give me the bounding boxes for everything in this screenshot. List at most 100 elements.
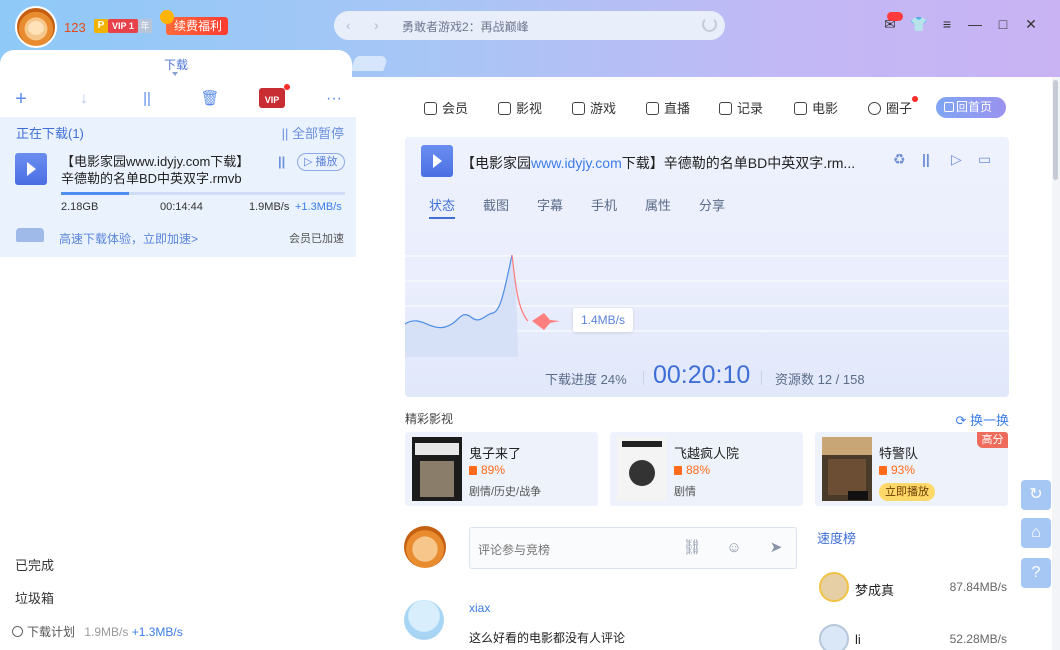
commenter-name[interactable]: xiax — [469, 601, 490, 615]
tab-secondary[interactable] — [350, 56, 389, 71]
tab-status[interactable]: 状态 — [429, 195, 456, 219]
tab-screenshot[interactable]: 截图 — [483, 195, 509, 214]
minimize-button[interactable]: — — [965, 14, 985, 34]
elapsed-time: 00:20:10 — [653, 361, 751, 389]
feedback-icon[interactable]: ↻ — [1021, 480, 1051, 510]
scrollbar-thumb[interactable] — [1053, 80, 1058, 180]
refresh-icon[interactable] — [702, 17, 717, 32]
add-task-icon[interactable]: + — [9, 87, 33, 111]
search-bar[interactable]: ‹ › 勇敢者游戏2：再战巅峰 — [334, 11, 725, 40]
completed-tab[interactable]: 已完成 — [15, 555, 54, 574]
item-play-button[interactable]: ▷ 播放 — [297, 153, 345, 171]
search-text[interactable]: 勇敢者游戏2：再战巅峰 — [402, 18, 529, 35]
screen-icon[interactable]: ▭ — [978, 151, 991, 168]
change-batch-button[interactable]: ⟳ 换一换 — [955, 410, 1009, 429]
cloud-icon — [719, 102, 732, 115]
recycle-icon[interactable]: ♻ — [893, 151, 906, 168]
movie-title[interactable]: 鬼子来了 — [469, 443, 521, 462]
back-arrow-icon[interactable]: ‹ — [346, 17, 351, 33]
home-button[interactable]: 回首页 — [936, 97, 1006, 118]
content-panel: 会员 影视 游戏 直播 记录 电影 圈子 回首页 【电影家园www.idyjy.… — [356, 77, 1060, 650]
rank-avatar — [819, 572, 849, 602]
downloading-header: 正在下载(1) || 全部暂停 — [0, 117, 356, 145]
pause-icon[interactable]: || — [135, 87, 159, 111]
rank-row[interactable]: li 52.28MB/s — [819, 624, 1007, 650]
movie-title[interactable]: 飞越疯人院 — [674, 443, 739, 462]
tab-download-label: 下载 — [164, 58, 189, 72]
movie-title[interactable]: 特警队 — [879, 443, 918, 462]
movie-card[interactable]: 鬼子来了 89% 剧情/历史/战争 — [405, 432, 598, 506]
skin-icon[interactable]: 👕 — [909, 14, 929, 34]
pause-all-button[interactable]: || 全部暂停 — [282, 123, 344, 142]
comment-box[interactable]: ⛓ ☺ ➤ — [469, 527, 797, 569]
tab-subtitle[interactable]: 字幕 — [537, 195, 563, 214]
item-pause-button[interactable]: || — [278, 154, 285, 169]
nav-live[interactable]: 直播 — [646, 98, 690, 117]
high-score-tag: 高分 — [977, 432, 1008, 448]
comment-input[interactable] — [478, 540, 668, 560]
speed-chart — [405, 254, 1009, 357]
movie-card[interactable]: 高分 特警队 93% 立即播放 — [815, 432, 1008, 506]
tab-share[interactable]: 分享 — [699, 195, 725, 214]
movie-genre: 剧情 — [674, 486, 696, 498]
nav-member[interactable]: 会员 — [424, 98, 468, 117]
download-progress — [61, 192, 345, 195]
rank-name: li — [855, 632, 861, 647]
rank-speed: 52.28MB/s — [949, 632, 1007, 646]
help-icon[interactable]: ? — [1021, 558, 1051, 588]
nav-video[interactable]: 影视 — [498, 98, 542, 117]
game-icon — [572, 102, 585, 115]
trash-tab[interactable]: 垃圾箱 — [15, 588, 54, 607]
tab-properties[interactable]: 属性 — [645, 195, 671, 214]
link-icon[interactable]: ⛓ — [682, 538, 702, 558]
video-file-icon — [15, 153, 47, 185]
tab-mobile[interactable]: 手机 — [591, 195, 617, 214]
start-icon[interactable]: ↓ — [72, 87, 96, 111]
plan-label: 下载计划 — [27, 625, 76, 639]
task-title-url[interactable]: www.idyjy.com — [531, 155, 622, 171]
speedup-link[interactable]: 高速下载体验，立即加速> — [59, 230, 198, 247]
delete-icon[interactable]: 🗑 — [198, 87, 222, 111]
nav-game[interactable]: 游戏 — [572, 98, 616, 117]
progress-label: 下载进度 24% — [545, 372, 627, 387]
download-plan[interactable]: 下载计划 1.9MB/s +1.3MB/s — [12, 623, 183, 640]
speed-rank-title: 速度榜 — [817, 531, 857, 546]
movie-genre: 剧情/历史/战争 — [469, 486, 542, 498]
emoji-icon[interactable]: ☺ — [724, 538, 744, 558]
message-badge — [887, 12, 903, 21]
nav-movie[interactable]: 电影 — [794, 98, 838, 117]
home-side-icon[interactable]: ⌂ — [1021, 518, 1051, 548]
more-icon[interactable]: ··· — [322, 87, 346, 111]
play-now-button[interactable]: 立即播放 — [879, 483, 935, 501]
member-accel-status: 会员已加速 — [289, 233, 344, 245]
maximize-button[interactable]: □ — [993, 14, 1013, 34]
downloading-tab[interactable]: 正在下载(1) — [16, 123, 84, 142]
plan-accel: +1.3MB/s — [131, 625, 183, 639]
rank-row[interactable]: 梦成真 87.84MB/s — [819, 572, 1007, 612]
user-avatar[interactable] — [15, 6, 57, 48]
close-button[interactable]: ✕ — [1021, 14, 1041, 34]
download-title: 【电影家园www.idyjy.com下载】辛德勒的名单BD中英双字.rmvb — [61, 154, 250, 186]
vip-icon[interactable]: VIP — [259, 84, 290, 108]
forward-arrow-icon[interactable]: › — [374, 17, 379, 33]
nav-video-label: 影视 — [516, 101, 543, 116]
tab-download[interactable]: 下载 — [0, 50, 352, 78]
nav-record[interactable]: 记录 — [719, 98, 763, 117]
tab-indicator-icon — [172, 72, 178, 76]
year-badge: 年 — [138, 19, 152, 33]
card-play-icon[interactable]: ▷ — [951, 151, 962, 168]
send-icon[interactable]: ➤ — [766, 538, 786, 558]
nav-circle[interactable]: 圈子 — [868, 98, 912, 117]
current-speed-tooltip: 1.4MB/s — [573, 308, 634, 332]
menu-icon[interactable]: ≡ — [937, 14, 957, 34]
remaining-time: 00:14:44 — [160, 201, 203, 213]
movie-card[interactable]: 飞越疯人院 88% 剧情 — [610, 432, 803, 506]
video-file-icon — [421, 145, 453, 177]
renew-button[interactable]: 续费福利 — [159, 10, 229, 35]
download-item[interactable]: 【电影家园www.idyjy.com下载】辛德勒的名单BD中英双字.rmvb |… — [0, 145, 356, 257]
download-progress-fill — [61, 192, 130, 195]
commenter-avatar[interactable] — [404, 600, 444, 640]
task-title-prefix: 【电影家园 — [461, 155, 531, 171]
username[interactable]: 123 — [64, 20, 86, 35]
card-pause-icon[interactable]: || — [922, 151, 930, 167]
